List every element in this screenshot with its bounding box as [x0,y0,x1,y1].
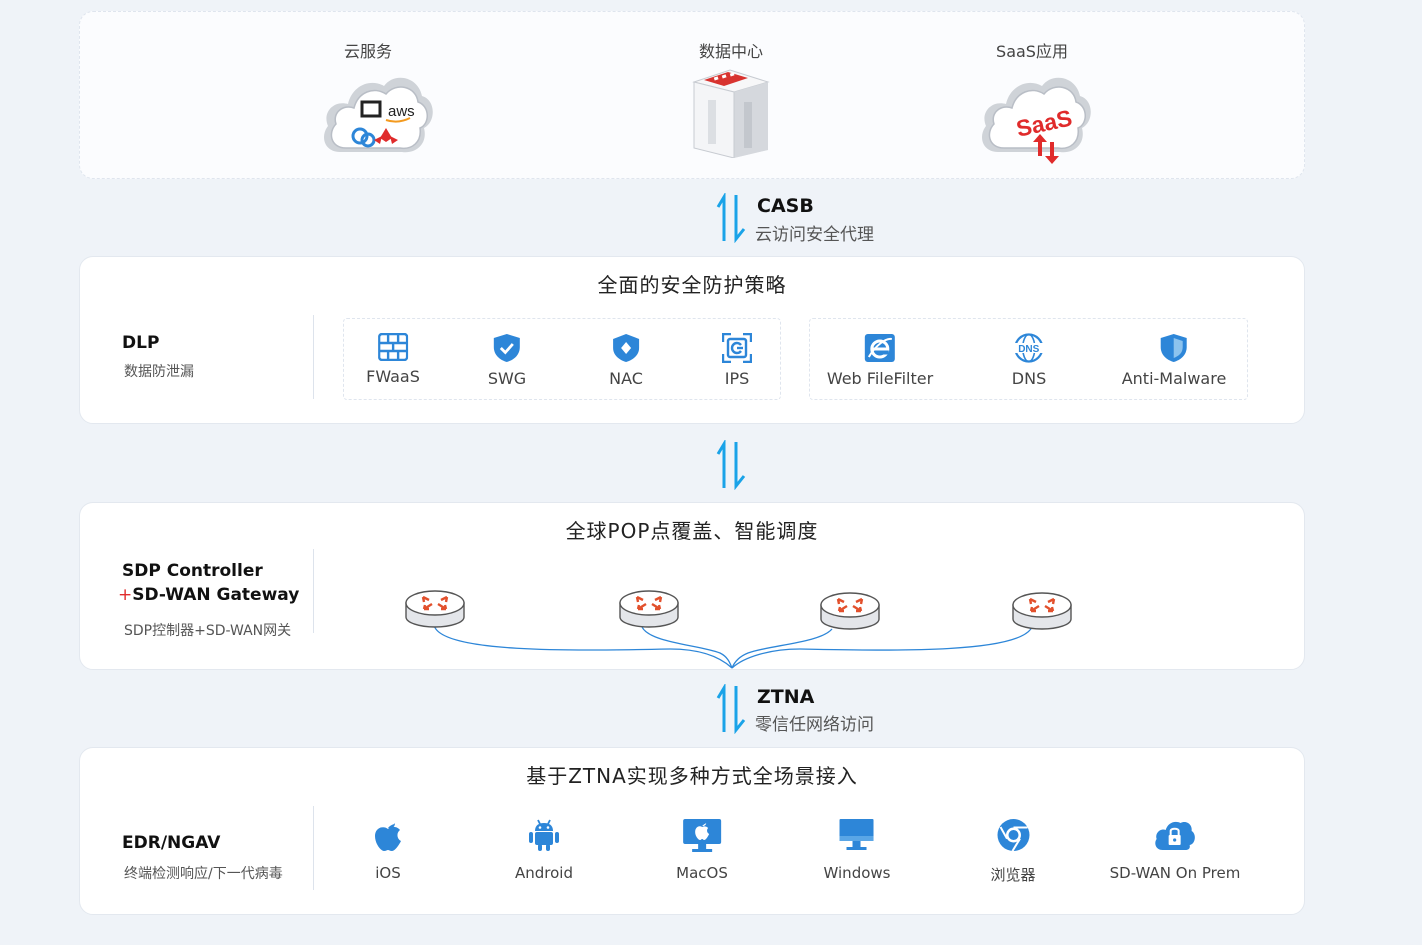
router-group [405,590,1072,630]
pop-subtitle: SDP控制器+SD-WAN网关 [124,623,292,639]
router-icon[interactable] [820,592,880,630]
ie-browser-icon [865,334,895,362]
service-ips[interactable]: IPS [722,333,752,388]
ztna-title: ZTNA [757,686,815,708]
casb-title: CASB [757,195,814,217]
security-policy-panel: 全面的安全防护策略 DLP 数据防泄漏 FWaaS SWG NAC IPS We… [79,256,1305,424]
cloud-service-item: 云服务 [288,38,448,61]
casb-subtitle: 云访问安全代理 [755,225,874,245]
datacenter-item: 数据中心 [651,38,811,61]
service-dns[interactable]: DNS DNS [1012,333,1046,388]
access-label: 浏览器 [990,866,1036,884]
security-panel-title: 全面的安全防护策略 [597,273,787,297]
cloud-resources-panel: 云服务 aws 数据中心 SaaS应用 SaaS [79,11,1305,179]
router-icon[interactable] [405,590,465,628]
cloud-saas-icon: SaaS [982,77,1091,164]
dlp-title: DLP [122,333,160,353]
ztna-access-panel: 基于ZTNA实现多种方式全场景接入 EDR/NGAV 终端检测响应/下一代病毒 … [79,747,1305,915]
scan-icon [722,333,752,363]
cloud-lock-icon [1155,821,1196,850]
ztna-subtitle: 零信任网络访问 [755,715,874,735]
access-macos[interactable]: MacOS [676,818,728,882]
router-icon[interactable] [619,590,679,628]
windows-monitor-icon [840,819,874,850]
access-panel-title: 基于ZTNA实现多种方式全场景接入 [526,764,858,788]
saas-label: SaaS应用 [996,42,1068,61]
access-windows[interactable]: Windows [823,818,891,882]
service-swg[interactable]: SWG [488,333,526,388]
edr-subtitle: 终端检测响应/下一代病毒 [124,866,283,882]
service-label: SWG [487,369,527,388]
network-links [433,624,1033,669]
service-anti-malware[interactable]: Anti-Malware [1121,333,1227,388]
cloud-aws-icon: aws [324,77,433,153]
datacenter-label: 数据中心 [698,42,763,61]
pop-network-diagram [405,590,1072,669]
apple-icon [375,823,401,851]
network-security-group: FWaaS SWG NAC IPS [343,318,781,400]
shield-check-icon [494,334,520,362]
plus-sign: + [118,585,133,605]
dlp-subtitle: 数据防泄漏 [124,364,194,380]
pop-panel-title: 全球POP点覆盖、智能调度 [565,519,819,543]
service-nac[interactable]: NAC [609,333,643,388]
service-fwaas[interactable]: FWaaS [366,333,420,386]
service-label: FWaaS [366,367,420,386]
saas-item: SaaS应用 [952,38,1112,61]
access-ios[interactable]: iOS [371,818,405,882]
datacenter-building-icon [692,69,770,158]
service-label: Web FileFilter [826,369,934,388]
access-label: iOS [375,864,401,882]
access-sdwan-on-prem[interactable]: SD-WAN On Prem [1109,818,1241,882]
service-label: DNS [1011,369,1047,388]
access-label: Windows [823,864,891,882]
access-label: MacOS [676,864,728,882]
shield-icon [1161,334,1187,362]
bidirectional-arrow-icon [716,193,746,243]
service-label: Anti-Malware [1121,369,1227,388]
content-security-group: Web FileFilter DNS DNS Anti-Malware [809,318,1248,400]
pop-coverage-panel: 全球POP点覆盖、智能调度 SDP Controller +SD-WAN Gat… [79,502,1305,670]
bidirectional-arrow-icon [716,440,746,490]
shield-diamond-icon [613,334,639,362]
sdwan-gateway-label: SD-WAN Gateway [132,585,300,605]
access-browser[interactable]: 浏览器 [990,818,1036,885]
service-label: IPS [724,369,750,388]
sdp-controller-title: SDP Controller [122,561,263,581]
service-web-filefilter[interactable]: Web FileFilter [827,333,933,388]
mac-monitor-icon [683,819,721,852]
sdwan-gateway-title: +SD-WAN Gateway [118,585,299,605]
access-android[interactable]: Android [515,818,573,882]
access-label: SD-WAN On Prem [1109,864,1241,882]
aws-text: aws [388,103,415,120]
bidirectional-arrow-icon [716,684,746,734]
divider [313,315,314,399]
dns-icon-text: DNS [1018,344,1039,355]
chrome-browser-icon [996,819,1029,852]
firewall-icon [377,333,408,361]
access-label: Android [515,864,573,882]
divider [313,806,314,890]
dns-globe-icon: DNS [1013,333,1044,363]
android-icon [529,819,559,851]
divider [313,549,314,633]
cloud-service-label: 云服务 [343,42,392,61]
edr-title: EDR/NGAV [122,833,221,853]
router-icon[interactable] [1012,592,1072,630]
service-label: NAC [609,369,643,388]
